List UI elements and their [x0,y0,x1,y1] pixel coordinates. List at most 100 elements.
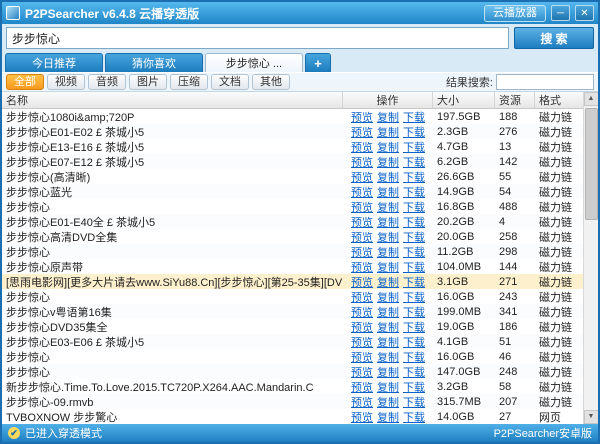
preview-link[interactable]: 预览 [351,247,373,259]
vertical-scrollbar[interactable]: ▲ ▼ [583,92,598,424]
download-link[interactable]: 下载 [403,352,425,364]
download-link[interactable]: 下载 [403,187,425,199]
download-link[interactable]: 下载 [403,337,425,349]
table-row[interactable]: 步步惊心E03-E06 £ 茶城小5预览复制下载4.1GB51磁力链 [2,334,583,349]
search-input[interactable] [6,27,509,49]
copy-link[interactable]: 复制 [377,217,399,229]
android-version-link[interactable]: P2PSearcher安卓版 [494,425,592,441]
preview-link[interactable]: 预览 [351,277,373,289]
download-link[interactable]: 下载 [403,307,425,319]
download-link[interactable]: 下载 [403,247,425,259]
download-link[interactable]: 下载 [403,412,425,424]
tab-today-recommend[interactable]: 今日推荐 [5,53,103,72]
download-link[interactable]: 下载 [403,127,425,139]
header-format[interactable]: 格式 [535,92,583,108]
preview-link[interactable]: 预览 [351,397,373,409]
table-row[interactable]: 步步惊心v粤语第16集预览复制下载199.0MB341磁力链 [2,304,583,319]
preview-link[interactable]: 预览 [351,322,373,334]
filter-other[interactable]: 其他 [252,74,290,90]
filter-video[interactable]: 视频 [47,74,85,90]
preview-link[interactable]: 预览 [351,367,373,379]
table-row[interactable]: 步步惊心原声带预览复制下载104.0MB144磁力链 [2,259,583,274]
download-link[interactable]: 下载 [403,217,425,229]
copy-link[interactable]: 复制 [377,262,399,274]
table-row[interactable]: 步步惊心预览复制下载16.0GB46磁力链 [2,349,583,364]
header-resources[interactable]: 资源 [495,92,535,108]
download-link[interactable]: 下载 [403,232,425,244]
table-row[interactable]: 步步惊心E01-E40全 £ 茶城小5预览复制下载20.2GB4磁力链 [2,214,583,229]
tab-guess-you-like[interactable]: 猜你喜欢 [105,53,203,72]
download-link[interactable]: 下载 [403,202,425,214]
table-row[interactable]: 步步惊心预览复制下载11.2GB298磁力链 [2,244,583,259]
table-row[interactable]: 步步惊心DVD35集全预览复制下载19.0GB186磁力链 [2,319,583,334]
copy-link[interactable]: 复制 [377,307,399,319]
tab-search-result-active[interactable]: 步步惊心 ... [205,53,303,72]
table-row[interactable]: 步步惊心蓝光预览复制下载14.9GB54磁力链 [2,184,583,199]
preview-link[interactable]: 预览 [351,292,373,304]
copy-link[interactable]: 复制 [377,187,399,199]
scroll-up-arrow-icon[interactable]: ▲ [584,92,599,106]
scroll-down-arrow-icon[interactable]: ▼ [584,410,599,424]
copy-link[interactable]: 复制 [377,112,399,124]
preview-link[interactable]: 预览 [351,172,373,184]
filter-image[interactable]: 图片 [129,74,167,90]
header-name[interactable]: 名称 [2,92,343,108]
filter-audio[interactable]: 音频 [88,74,126,90]
copy-link[interactable]: 复制 [377,292,399,304]
header-actions[interactable]: 操作 [343,92,433,108]
copy-link[interactable]: 复制 [377,127,399,139]
new-tab-button[interactable]: + [305,53,331,72]
download-link[interactable]: 下载 [403,157,425,169]
copy-link[interactable]: 复制 [377,397,399,409]
preview-link[interactable]: 预览 [351,187,373,199]
header-size[interactable]: 大小 [433,92,495,108]
minimize-button[interactable]: ─ [551,5,570,21]
table-row[interactable]: 步步惊心预览复制下载147.0GB248磁力链 [2,364,583,379]
copy-link[interactable]: 复制 [377,202,399,214]
download-link[interactable]: 下载 [403,277,425,289]
preview-link[interactable]: 预览 [351,412,373,424]
table-row[interactable]: TVBOXNOW 步步驚心预览复制下载14.0GB27网页 [2,409,583,424]
preview-link[interactable]: 预览 [351,337,373,349]
table-row[interactable]: [思雨电影网][更多大片请去www.SiYu88.Cn][步步惊心][第25-3… [2,274,583,289]
copy-link[interactable]: 复制 [377,367,399,379]
preview-link[interactable]: 预览 [351,217,373,229]
table-row[interactable]: 步步惊心预览复制下载16.0GB243磁力链 [2,289,583,304]
download-link[interactable]: 下载 [403,292,425,304]
preview-link[interactable]: 预览 [351,112,373,124]
preview-link[interactable]: 预览 [351,262,373,274]
filter-document[interactable]: 文档 [211,74,249,90]
table-row[interactable]: 步步惊心(高清晰)预览复制下载26.6GB55磁力链 [2,169,583,184]
download-link[interactable]: 下载 [403,382,425,394]
copy-link[interactable]: 复制 [377,352,399,364]
copy-link[interactable]: 复制 [377,382,399,394]
copy-link[interactable]: 复制 [377,157,399,169]
cloud-player-button[interactable]: 云播放器 [484,5,546,22]
preview-link[interactable]: 预览 [351,202,373,214]
table-row[interactable]: 步步惊心E07-E12 £ 茶城小5预览复制下载6.2GB142磁力链 [2,154,583,169]
preview-link[interactable]: 预览 [351,232,373,244]
result-search-input[interactable] [496,74,594,90]
copy-link[interactable]: 复制 [377,337,399,349]
preview-link[interactable]: 预览 [351,352,373,364]
copy-link[interactable]: 复制 [377,142,399,154]
table-row[interactable]: 步步惊心E01-E02 £ 茶城小5预览复制下载2.3GB276磁力链 [2,124,583,139]
filter-archive[interactable]: 压缩 [170,74,208,90]
preview-link[interactable]: 预览 [351,142,373,154]
table-row[interactable]: 新步步惊心.Time.To.Love.2015.TC720P.X264.AAC.… [2,379,583,394]
table-row[interactable]: 步步惊心-09.rmvb预览复制下载315.7MB207磁力链 [2,394,583,409]
download-link[interactable]: 下载 [403,142,425,154]
search-button[interactable]: 搜 索 [514,27,594,49]
copy-link[interactable]: 复制 [377,322,399,334]
scrollbar-thumb[interactable] [585,108,598,220]
download-link[interactable]: 下载 [403,322,425,334]
copy-link[interactable]: 复制 [377,412,399,424]
copy-link[interactable]: 复制 [377,232,399,244]
download-link[interactable]: 下载 [403,397,425,409]
filter-all[interactable]: 全部 [6,74,44,90]
table-row[interactable]: 步步惊心高清DVD全集预览复制下载20.0GB258磁力链 [2,229,583,244]
download-link[interactable]: 下载 [403,262,425,274]
copy-link[interactable]: 复制 [377,277,399,289]
table-row[interactable]: 步步惊心预览复制下载16.8GB488磁力链 [2,199,583,214]
preview-link[interactable]: 预览 [351,127,373,139]
